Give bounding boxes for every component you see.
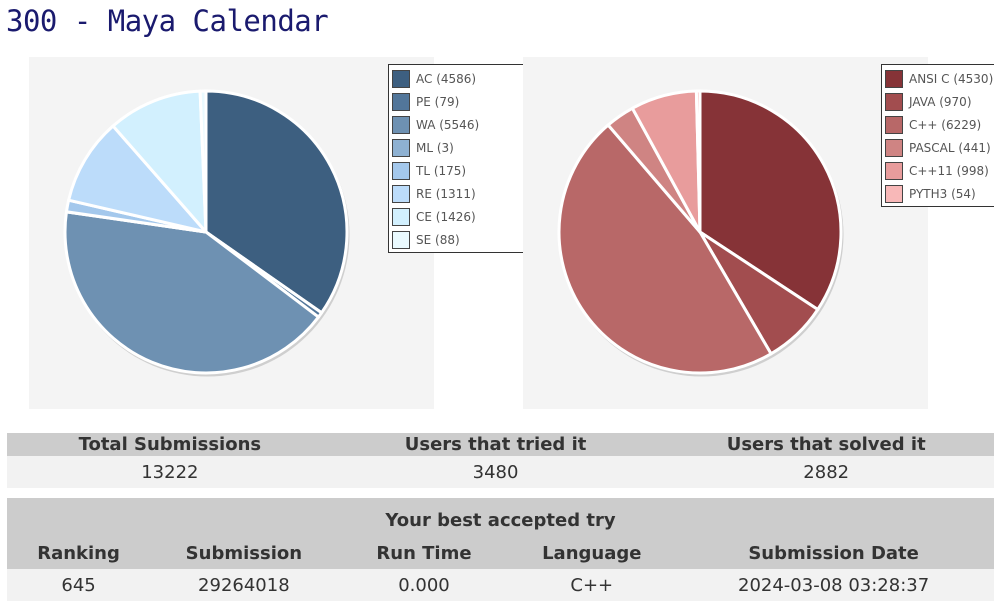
verdict-chart-panel xyxy=(29,57,434,409)
verdict-legend-swatch xyxy=(392,69,410,88)
verdict-legend-swatch xyxy=(392,92,410,111)
language-legend-swatch xyxy=(885,92,903,111)
run-time-value: 0.000 xyxy=(337,569,511,601)
verdict-legend-swatch xyxy=(392,207,410,226)
verdict-pie-chart xyxy=(63,89,350,377)
best-try-table: Your best accepted try Ranking Submissio… xyxy=(7,498,994,601)
language-legend-label: PASCAL (441) xyxy=(909,140,991,155)
language-header: Language xyxy=(510,538,674,569)
submission-date-header: Submission Date xyxy=(673,538,994,569)
best-try-title-row: Your best accepted try xyxy=(7,498,994,538)
language-chart-panel xyxy=(523,57,928,409)
language-legend-swatch xyxy=(885,184,903,203)
language-legend-label: ANSI C (4530) xyxy=(909,71,994,86)
verdict-legend-item-tl: TL (175) xyxy=(392,159,526,182)
verdict-legend-item-ml: ML (3) xyxy=(392,136,526,159)
language-legend-label: C++11 (998) xyxy=(909,163,989,178)
language-legend-item-pyth3: PYTH3 (54) xyxy=(885,182,994,205)
verdict-legend-swatch xyxy=(392,115,410,134)
language-pie-chart xyxy=(557,89,844,377)
language-legend-item-java: JAVA (970) xyxy=(885,90,994,113)
verdict-legend-swatch xyxy=(392,230,410,249)
users-tried-value: 3480 xyxy=(332,456,659,488)
best-try-value-row: 645 29264018 0.000 C++ 2024-03-08 03:28:… xyxy=(7,569,994,601)
verdict-legend-label: TL (175) xyxy=(416,163,467,178)
language-legend-label: JAVA (970) xyxy=(909,94,972,109)
verdict-legend: AC (4586) PE (79) WA (5546) ML (3) TL (175) R… xyxy=(388,64,530,253)
total-submissions-value: 13222 xyxy=(7,456,333,488)
ranking-value: 645 xyxy=(7,569,151,601)
submission-header: Submission xyxy=(150,538,338,569)
verdict-legend-item-ce: CE (1426) xyxy=(392,205,526,228)
page-title: 300 - Maya Calendar xyxy=(6,4,329,38)
verdict-legend-swatch xyxy=(392,184,410,203)
language-legend-item-cpp11: C++11 (998) xyxy=(885,159,994,182)
summary-header-row: Total Submissions Users that tried it Us… xyxy=(7,433,994,456)
verdict-legend-item-pe: PE (79) xyxy=(392,90,526,113)
language-legend-item-cpp: C++ (6229) xyxy=(885,113,994,136)
best-try-header-row: Ranking Submission Run Time Language Sub… xyxy=(7,538,994,569)
users-solved-value: 2882 xyxy=(658,456,994,488)
language-legend-item-ansi-c: ANSI C (4530) xyxy=(885,67,994,90)
verdict-legend-item-wa: WA (5546) xyxy=(392,113,526,136)
users-tried-header: Users that tried it xyxy=(332,433,659,456)
language-legend: ANSI C (4530) JAVA (970) C++ (6229) PASCAL … xyxy=(881,64,994,207)
language-legend-label: C++ (6229) xyxy=(909,117,982,132)
verdict-legend-label: PE (79) xyxy=(416,94,460,109)
submission-date-value: 2024-03-08 03:28:37 xyxy=(673,569,994,601)
language-legend-swatch xyxy=(885,138,903,157)
verdict-legend-label: ML (3) xyxy=(416,140,454,155)
summary-value-row: 13222 3480 2882 xyxy=(7,456,994,488)
verdict-legend-item-ac: AC (4586) xyxy=(392,67,526,90)
verdict-legend-label: SE (88) xyxy=(416,232,460,247)
language-legend-label: PYTH3 (54) xyxy=(909,186,976,201)
run-time-header: Run Time xyxy=(337,538,511,569)
language-legend-swatch xyxy=(885,69,903,88)
users-solved-header: Users that solved it xyxy=(658,433,994,456)
verdict-legend-label: WA (5546) xyxy=(416,117,480,132)
verdict-legend-item-re: RE (1311) xyxy=(392,182,526,205)
verdict-legend-label: AC (4586) xyxy=(416,71,477,86)
verdict-legend-item-se: SE (88) xyxy=(392,228,526,251)
verdict-legend-label: CE (1426) xyxy=(416,209,476,224)
ranking-header: Ranking xyxy=(7,538,151,569)
language-value: C++ xyxy=(510,569,674,601)
verdict-legend-swatch xyxy=(392,138,410,157)
verdict-legend-swatch xyxy=(392,161,410,180)
total-submissions-header: Total Submissions xyxy=(7,433,333,456)
best-try-title: Your best accepted try xyxy=(7,498,994,538)
language-legend-swatch xyxy=(885,161,903,180)
language-legend-item-pascal: PASCAL (441) xyxy=(885,136,994,159)
submission-value: 29264018 xyxy=(150,569,338,601)
summary-table: Total Submissions Users that tried it Us… xyxy=(7,433,994,488)
verdict-legend-label: RE (1311) xyxy=(416,186,476,201)
language-legend-swatch xyxy=(885,115,903,134)
